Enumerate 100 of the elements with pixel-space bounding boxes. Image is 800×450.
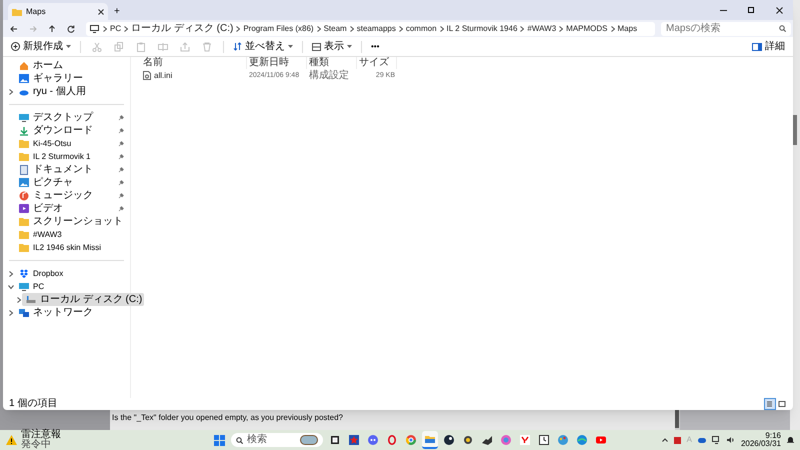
- chat-bubble-icon: [368, 435, 378, 445]
- path-segment[interactable]: Program Files (x86): [243, 24, 314, 32]
- path-segment[interactable]: PC: [110, 24, 122, 32]
- clock-time[interactable]: 9:16: [765, 432, 781, 440]
- ring-icon: [387, 435, 397, 445]
- search-field[interactable]: Mapsの検索: [661, 22, 791, 36]
- item-count: 1 個の項目: [9, 399, 58, 409]
- column-header[interactable]: 名前: [141, 57, 247, 69]
- up-arrow-icon[interactable]: [47, 24, 57, 34]
- document-icon: [19, 164, 29, 174]
- video-icon: [19, 204, 29, 214]
- new-button[interactable]: 新規作成: [9, 42, 73, 52]
- path-segment[interactable]: MAPMODS: [566, 24, 608, 32]
- house-icon: [19, 60, 29, 70]
- sidebar-item[interactable]: Ki-45-Otsu: [15, 137, 126, 150]
- sidebar-item[interactable]: IL 2 Sturmovik 1: [15, 150, 126, 163]
- path-segment[interactable]: ローカル ディスク (C:): [131, 24, 234, 34]
- path-segment[interactable]: steamapps: [356, 24, 396, 32]
- chevron-right-icon[interactable]: [16, 296, 22, 302]
- chevron-right-icon: [103, 26, 107, 32]
- cloud-icon[interactable]: [698, 438, 706, 442]
- scrollbar-thumb[interactable]: [675, 408, 679, 428]
- speaker-icon[interactable]: [726, 436, 735, 444]
- more-button[interactable]: •••: [369, 42, 382, 50]
- network-icon: [19, 308, 29, 318]
- windows-logo-icon[interactable]: [214, 434, 225, 446]
- new-tab-button[interactable]: +: [114, 7, 120, 17]
- address-bar[interactable]: PC ローカル ディスク (C:) Program Files (x86) Steam steamapps common IL 2 Sturmovik 1946 #WAW3 MAPMODS Maps: [86, 22, 655, 36]
- list-view-icon[interactable]: [765, 399, 775, 409]
- clock-date[interactable]: 2026/03/31: [740, 440, 781, 448]
- path-segment[interactable]: IL 2 Sturmovik 1946: [446, 24, 518, 32]
- palette-icon: [558, 435, 568, 445]
- tiles-view-icon[interactable]: [777, 399, 787, 409]
- sidebar-item[interactable]: ryu - 個人用: [15, 85, 126, 98]
- taskbar-search-field[interactable]: 検索: [231, 433, 323, 447]
- details-pane-icon: [752, 42, 762, 50]
- chevron-down-icon[interactable]: [8, 284, 14, 290]
- search-icon: [779, 25, 786, 32]
- chevron-right-icon: [236, 26, 240, 32]
- view-button[interactable]: 表示: [310, 42, 354, 52]
- browser-icon: [406, 435, 416, 445]
- chevron-right-icon: [520, 26, 524, 32]
- sidebar-item[interactable]: デスクトップ: [15, 111, 126, 124]
- sidebar-item[interactable]: ネットワーク: [15, 306, 126, 319]
- chevron-right-icon[interactable]: [8, 88, 14, 94]
- network-icon[interactable]: [712, 436, 721, 444]
- sidebar-item[interactable]: ローカル ディスク (C:): [22, 293, 144, 306]
- maximize-icon[interactable]: [748, 7, 754, 13]
- sidebar-item[interactable]: PC: [15, 280, 126, 293]
- details-button[interactable]: 詳細: [750, 42, 787, 52]
- path-segment[interactable]: Steam: [324, 24, 347, 32]
- sidebar-item[interactable]: ミュージック: [15, 189, 126, 202]
- sort-button[interactable]: 並べ替え: [231, 42, 295, 52]
- chevron-right-icon: [440, 26, 444, 32]
- drive-icon: [26, 294, 36, 304]
- y-logo-icon: [520, 435, 530, 445]
- chevron-right-icon[interactable]: [8, 310, 14, 316]
- column-header[interactable]: サイズ: [357, 57, 397, 69]
- music-note-icon: [19, 190, 29, 200]
- chevron-right-icon: [124, 26, 128, 32]
- file-name[interactable]: all.ini: [154, 72, 172, 80]
- table-cell: 構成設定: [309, 70, 349, 80]
- chevron-right-icon: [559, 26, 564, 32]
- sidebar-item[interactable]: Dropbox: [15, 267, 126, 280]
- chevron-down-icon: [288, 45, 293, 48]
- chevron-up-icon[interactable]: [662, 438, 668, 442]
- monitor-icon: [90, 24, 99, 32]
- sidebar-item[interactable]: #WAW3: [15, 228, 126, 241]
- path-segment[interactable]: common: [406, 24, 437, 32]
- swirl-icon: [501, 435, 511, 445]
- sidebar-item[interactable]: IL2 1946 skin Missi: [15, 241, 126, 254]
- window-tab[interactable]: Maps: [8, 3, 108, 20]
- refresh-icon[interactable]: [66, 24, 76, 34]
- tray-app-icon[interactable]: [674, 436, 681, 444]
- sort-arrows-icon: [233, 42, 242, 51]
- wave-icon: [577, 435, 587, 445]
- column-header[interactable]: 更新日時: [247, 57, 307, 69]
- sidebar-item[interactable]: スクリーンショット: [15, 215, 126, 228]
- search-icon: [236, 436, 243, 444]
- dark-circle-icon: [444, 435, 454, 445]
- scrollbar-thumb[interactable]: [793, 115, 797, 145]
- close-icon[interactable]: [776, 6, 782, 14]
- warning-icon: [6, 435, 17, 445]
- sidebar-item[interactable]: ギャラリー: [15, 72, 126, 85]
- bell-icon[interactable]: [787, 436, 794, 444]
- sidebar-item[interactable]: ピクチャ: [15, 176, 126, 189]
- chevron-right-icon: [398, 26, 403, 32]
- chevron-right-icon[interactable]: [8, 270, 14, 276]
- chevron-down-icon: [347, 45, 352, 48]
- path-segment[interactable]: #WAW3: [527, 24, 556, 32]
- sidebar-item[interactable]: ビデオ: [15, 202, 126, 215]
- sidebar-item[interactable]: ホーム: [15, 59, 126, 72]
- post-text: Is the "_Tex" folder you opened empty, as you previously posted?: [112, 412, 344, 424]
- sidebar-item[interactable]: ドキュメント: [15, 163, 126, 176]
- sidebar-item[interactable]: ダウンロード: [15, 124, 126, 137]
- column-header[interactable]: 種類: [307, 57, 357, 69]
- play-icon: [596, 435, 606, 445]
- path-segment[interactable]: Maps: [618, 24, 638, 32]
- close-icon[interactable]: [98, 8, 104, 14]
- back-arrow-icon[interactable]: [9, 24, 19, 34]
